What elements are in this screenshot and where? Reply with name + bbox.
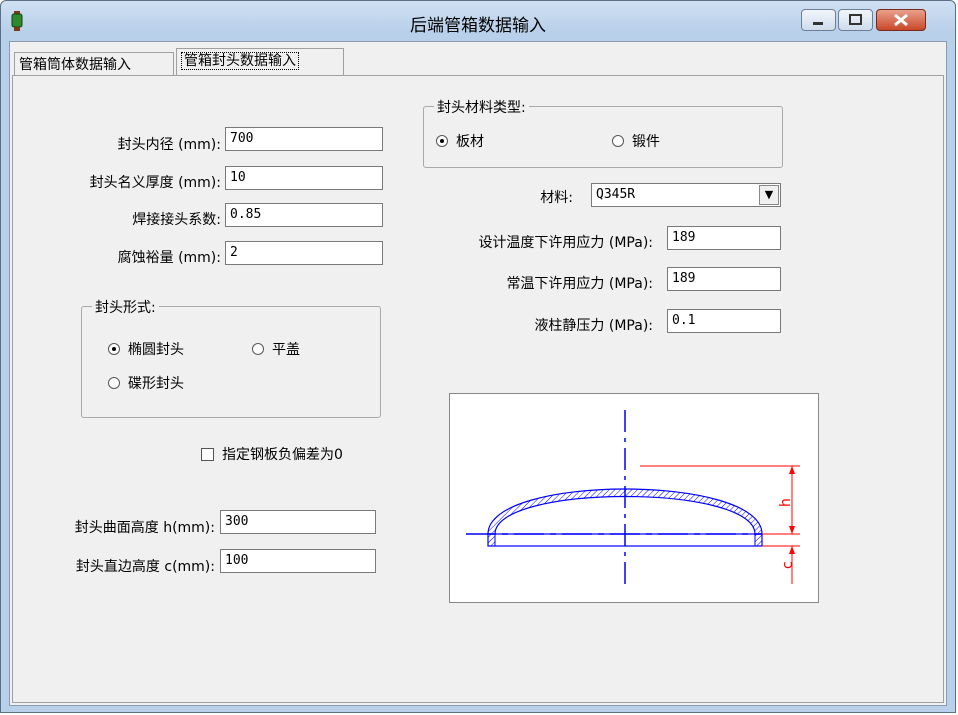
material-type-group: 封头材料类型: 板材 锻件 bbox=[423, 97, 783, 168]
radio-forging[interactable]: 锻件 bbox=[612, 131, 660, 151]
inner-diameter-input[interactable]: 700 bbox=[225, 127, 383, 151]
maximize-button[interactable] bbox=[838, 9, 873, 31]
chevron-down-icon[interactable]: ▼ bbox=[759, 185, 779, 205]
material-select-value: Q345R bbox=[596, 187, 636, 202]
straight-height-label: 封头直边高度 c(mm): bbox=[75, 559, 215, 575]
corrosion-label: 腐蚀裕量 (mm): bbox=[117, 250, 221, 266]
head-diagram-svg: h c bbox=[466, 410, 800, 586]
radio-flat-cover[interactable]: 平盖 bbox=[252, 339, 300, 359]
straight-height-input[interactable]: 100 bbox=[220, 549, 376, 573]
curve-height-input[interactable]: 300 bbox=[220, 510, 376, 534]
weld-coefficient-input[interactable]: 0.85 bbox=[225, 203, 383, 227]
weld-coefficient-label: 焊接接头系数: bbox=[132, 212, 221, 228]
straight-wall-right bbox=[754, 533, 763, 547]
design-stress-input[interactable]: 189 bbox=[667, 226, 781, 250]
negative-tolerance-checkbox[interactable]: 指定钢板负偏差为0 bbox=[201, 444, 343, 464]
corrosion-input[interactable]: 2 bbox=[225, 241, 383, 265]
radio-forging-label: 锻件 bbox=[632, 134, 660, 150]
dim-h-arrow-top bbox=[789, 466, 795, 474]
design-stress-label: 设计温度下许用应力 (MPa): bbox=[478, 235, 653, 251]
room-stress-label: 常温下许用应力 (MPa): bbox=[506, 276, 653, 292]
tab-head-data-label: 管箱封头数据输入 bbox=[181, 52, 299, 70]
dim-h-arrow-bottom bbox=[789, 526, 795, 534]
title-bar[interactable]: 后端管箱数据输入 bbox=[1, 1, 955, 41]
tab-head-data[interactable]: 管箱封头数据输入 bbox=[176, 48, 344, 78]
radio-ellipsoidal-dot bbox=[108, 343, 120, 355]
radio-dished-label: 碟形封头 bbox=[128, 376, 184, 392]
room-stress-input[interactable]: 189 bbox=[667, 267, 781, 291]
close-button[interactable] bbox=[876, 9, 926, 31]
radio-flat-dot bbox=[252, 343, 264, 355]
radio-flat-label: 平盖 bbox=[272, 342, 300, 358]
radio-ellipsoidal-head[interactable]: 椭圆封头 bbox=[108, 339, 184, 359]
close-icon bbox=[894, 13, 908, 27]
radio-plate-dot bbox=[436, 135, 448, 147]
app-window: 后端管箱数据输入 管箱筒体数据输入 管箱封头数据输入 封头内径 (mm): 70… bbox=[0, 0, 956, 713]
minimize-icon bbox=[813, 22, 823, 25]
radio-forging-dot bbox=[612, 135, 624, 147]
straight-wall-left bbox=[487, 533, 496, 547]
negative-tolerance-label: 指定钢板负偏差为0 bbox=[222, 447, 343, 463]
head-data-panel: 封头内径 (mm): 700 封头名义厚度 (mm): 10 焊接接头系数: 0… bbox=[12, 75, 944, 703]
dim-c-arrow bbox=[789, 546, 795, 554]
head-form-title: 封头形式: bbox=[92, 297, 159, 317]
nominal-thickness-label: 封头名义厚度 (mm): bbox=[89, 175, 221, 191]
head-form-group: 封头形式: 椭圆封头 平盖 碟形封头 bbox=[81, 297, 381, 418]
head-diagram: h c bbox=[449, 393, 819, 603]
material-select[interactable]: Q345R ▼ bbox=[591, 183, 781, 207]
material-type-title: 封头材料类型: bbox=[434, 97, 529, 117]
dim-c-label: c bbox=[780, 561, 796, 569]
nominal-thickness-input[interactable]: 10 bbox=[225, 166, 383, 190]
curve-height-label: 封头曲面高度 h(mm): bbox=[74, 520, 215, 536]
minimize-button[interactable] bbox=[801, 9, 836, 31]
maximize-icon bbox=[849, 14, 862, 25]
hydrostatic-label: 液柱静压力 (MPa): bbox=[534, 318, 653, 334]
inner-diameter-label: 封头内径 (mm): bbox=[117, 137, 221, 153]
client-area: 管箱筒体数据输入 管箱封头数据输入 封头内径 (mm): 700 封头名义厚度 … bbox=[9, 41, 947, 706]
dim-h-label: h bbox=[778, 498, 794, 507]
negative-tolerance-box bbox=[201, 447, 214, 461]
radio-dished-head[interactable]: 碟形封头 bbox=[108, 373, 184, 393]
radio-plate-label: 板材 bbox=[456, 134, 484, 150]
radio-ellipsoidal-label: 椭圆封头 bbox=[128, 342, 184, 358]
material-label: 材料: bbox=[540, 190, 573, 206]
radio-plate[interactable]: 板材 bbox=[436, 131, 484, 151]
hydrostatic-input[interactable]: 0.1 bbox=[667, 309, 781, 333]
radio-dished-dot bbox=[108, 377, 120, 389]
